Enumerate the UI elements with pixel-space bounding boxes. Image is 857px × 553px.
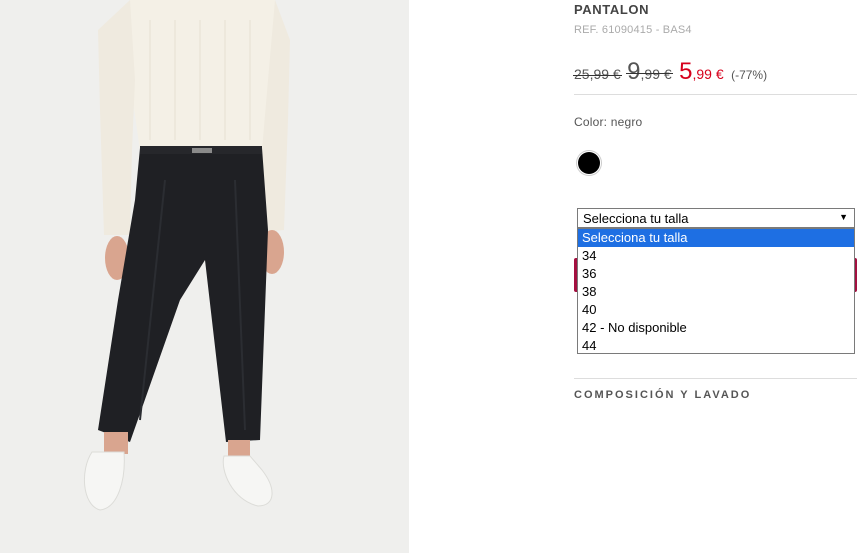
product-reference: REF. 61090415 - BAS4 <box>574 24 692 36</box>
size-option[interactable]: 40 <box>578 301 854 319</box>
size-option[interactable]: 42 - No disponible <box>578 319 854 337</box>
sale-price: 5,99 € <box>679 58 724 85</box>
previous-price: 9,99 € <box>626 58 673 85</box>
size-select-value: Selecciona tu talla <box>583 211 689 226</box>
size-option[interactable]: 38 <box>578 283 854 301</box>
original-price: 25,99 € <box>573 66 622 82</box>
color-swatch-black[interactable] <box>578 152 600 174</box>
color-label: Color: negro <box>574 115 643 129</box>
size-option[interactable]: 34 <box>578 247 854 265</box>
product-title: PANTALON <box>574 2 650 17</box>
discount-badge: (-77%) <box>731 68 768 82</box>
size-option[interactable]: Selecciona tu talla <box>578 229 854 247</box>
composition-section-link[interactable]: COMPOSICIÓN Y LAVADO <box>574 389 751 401</box>
divider <box>574 378 857 379</box>
dropdown-arrow-icon: ▼ <box>839 212 848 222</box>
size-option[interactable]: 44 <box>578 337 854 355</box>
product-image <box>0 0 409 553</box>
size-option[interactable]: 36 <box>578 265 854 283</box>
price-row: 25,99 € 9,99 € 5,99 € (-77%) <box>573 58 857 88</box>
model-photo-illustration <box>0 0 409 553</box>
size-options-list: Selecciona tu talla 34 36 38 40 42 - No … <box>577 228 855 354</box>
product-info: PANTALON REF. 61090415 - BAS4 25,99 € 9,… <box>573 0 857 553</box>
size-select[interactable]: Selecciona tu talla ▼ <box>577 208 855 228</box>
divider <box>574 94 857 95</box>
